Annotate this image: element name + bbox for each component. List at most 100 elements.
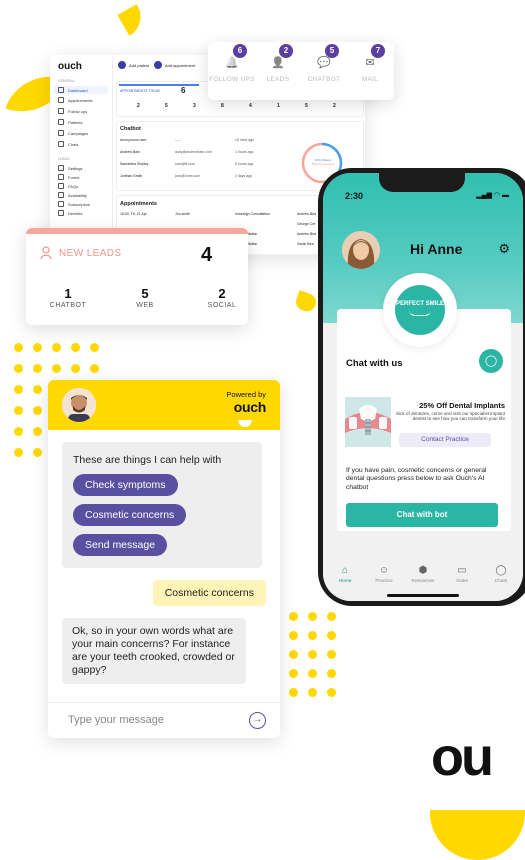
option-send-message[interactable]: Send message: [73, 534, 168, 556]
appointment-dentist: George Cre: [297, 222, 316, 226]
tab-chats[interactable]: ◯ Chats: [483, 565, 519, 584]
dot: [33, 385, 42, 394]
sidebar-item-label: FAQs: [68, 183, 79, 189]
stat-value: 5: [305, 103, 308, 109]
lead-stat-web: 5 WEB: [115, 286, 175, 309]
bot-reply-text: Ok, so in your own words what are your m…: [72, 625, 235, 676]
appointment-name: Jon smith: [175, 212, 190, 216]
notification-leads[interactable]: 👤 2 LEADS: [255, 44, 301, 83]
dot-grid-right: [289, 612, 339, 698]
dot: [308, 612, 317, 621]
chatbot-row-name[interactable]: Anonymous user: [120, 138, 146, 142]
appointment-dentist: Sarah Bea: [297, 242, 314, 246]
sidebar-item[interactable]: Chats: [58, 141, 78, 147]
sidebar-item-label: Subscription: [68, 201, 91, 207]
dot: [308, 688, 317, 697]
sidebar-item-label: Forms: [68, 174, 80, 180]
chatbot-row-email: -----: [175, 138, 181, 142]
stat-value: 8: [221, 103, 224, 109]
nav-icon: [58, 174, 64, 180]
chats-icon: ◯: [495, 565, 507, 576]
tab-label: Practice: [375, 579, 393, 584]
chatbot-row-time: 2 days ago: [235, 174, 253, 178]
sidebar-item[interactable]: Availability: [58, 192, 87, 198]
send-icon[interactable]: →: [249, 712, 266, 729]
dot: [289, 631, 298, 640]
nav-icon: [58, 97, 64, 103]
sidebar-item[interactable]: Appointments: [58, 97, 92, 103]
dot: [90, 364, 99, 373]
dot: [33, 448, 42, 457]
user-avatar[interactable]: [342, 231, 380, 269]
appointment-dentist: Andrew Bea: [297, 212, 317, 216]
nav-icon: [58, 192, 64, 198]
nav-icon: [58, 108, 64, 114]
chatbot-row-name[interactable]: Andrew Bain: [120, 150, 140, 154]
notification-badge: 2: [279, 44, 293, 58]
mail-icon: ✉ 7: [347, 44, 393, 70]
dot: [14, 385, 23, 394]
notification-label: CHATBOT: [307, 76, 341, 83]
sidebar-item[interactable]: Forms: [58, 174, 79, 180]
tab-practice[interactable]: ☺ Practice: [366, 565, 402, 584]
status-time: 2:30: [345, 191, 364, 201]
bot-intro-text: These are things I can help with: [73, 454, 222, 466]
chat-with-bot-button[interactable]: Chat with bot: [346, 503, 498, 527]
dot: [327, 631, 336, 640]
perfect-smile-logo: PERFECT SMILE: [395, 285, 445, 335]
sidebar-item[interactable]: Dentists: [58, 210, 82, 216]
tab-video[interactable]: ▭ Video: [444, 565, 480, 584]
add-patient-button[interactable]: Add patient: [118, 61, 149, 69]
notification-follow-ups[interactable]: 🔔 6 FOLLOW UPS: [209, 44, 255, 83]
dot: [327, 650, 336, 659]
nav-icon: [58, 141, 64, 147]
dot: [289, 612, 298, 621]
lead-stat-label: CHATBOT: [49, 302, 87, 309]
sidebar-item-label: Dentists: [68, 210, 83, 216]
appointment-date: 16:00, Fri, 21 Apr: [120, 212, 147, 216]
appointment-type: Invisalign Consultation: [235, 212, 271, 216]
dot: [308, 631, 317, 640]
sidebar-item-label: Availability: [68, 192, 87, 198]
message-input[interactable]: Type your message →: [48, 702, 280, 738]
dot: [327, 612, 336, 621]
notification-chatbot[interactable]: 💬 5 CHATBOT: [301, 44, 347, 83]
video-icon: ▭: [457, 565, 467, 576]
sidebar-item[interactable]: FAQs: [58, 183, 78, 189]
new-leads-total: 4: [201, 244, 213, 266]
option-check-symptoms[interactable]: Check symptoms: [73, 474, 178, 496]
new-leads-card: NEW LEADS 4 1 CHATBOT 5 WEB 2 SOCIAL: [26, 228, 248, 325]
sidebar-item-label: Dashboard: [68, 87, 88, 93]
dot: [33, 364, 42, 373]
option-cosmetic-concerns[interactable]: Cosmetic concerns: [73, 504, 187, 526]
dot: [52, 343, 61, 352]
add-appointment-button[interactable]: Add appointment: [154, 61, 195, 69]
sidebar-item[interactable]: Campaigns: [58, 130, 88, 136]
dot: [14, 406, 23, 415]
dot: [289, 688, 298, 697]
chat-bubble-button[interactable]: ◯: [479, 349, 503, 373]
ouch-brand-mark: ou: [431, 727, 494, 787]
sidebar-item[interactable]: Subscription: [58, 201, 90, 207]
sidebar-item[interactable]: Settings: [58, 165, 82, 171]
bot-message-options: These are things I can help with Check s…: [62, 442, 262, 568]
chatbot-row-time: 5 hours ago: [235, 162, 254, 166]
chatbot-row-name[interactable]: Jonthan Smith: [120, 174, 142, 178]
notification-mail[interactable]: ✉ 7 MAIL: [347, 44, 393, 83]
dot: [33, 427, 42, 436]
contact-practice-button[interactable]: Contact Practice: [399, 433, 491, 447]
chatbot-row-name[interactable]: Samantha Shipley: [120, 162, 148, 166]
stat-value: 5: [165, 103, 168, 109]
tab-resources[interactable]: ⬢ Resources: [405, 565, 441, 584]
sidebar-item[interactable]: Patients: [58, 119, 82, 125]
user-reply: Cosmetic concerns: [152, 580, 266, 606]
sidebar-item[interactable]: Dashboard: [54, 86, 108, 94]
lead-stat-label: SOCIAL: [207, 302, 237, 309]
dot: [14, 364, 23, 373]
sidebar-item[interactable]: Follow ups: [58, 108, 87, 114]
lead-stat-label: WEB: [136, 302, 154, 309]
calendar-icon: [154, 61, 162, 69]
chat-icon-glyph: 💬: [317, 57, 331, 69]
gear-icon[interactable]: ⚙: [498, 241, 510, 257]
tab-home[interactable]: ⌂ Home: [327, 565, 363, 584]
